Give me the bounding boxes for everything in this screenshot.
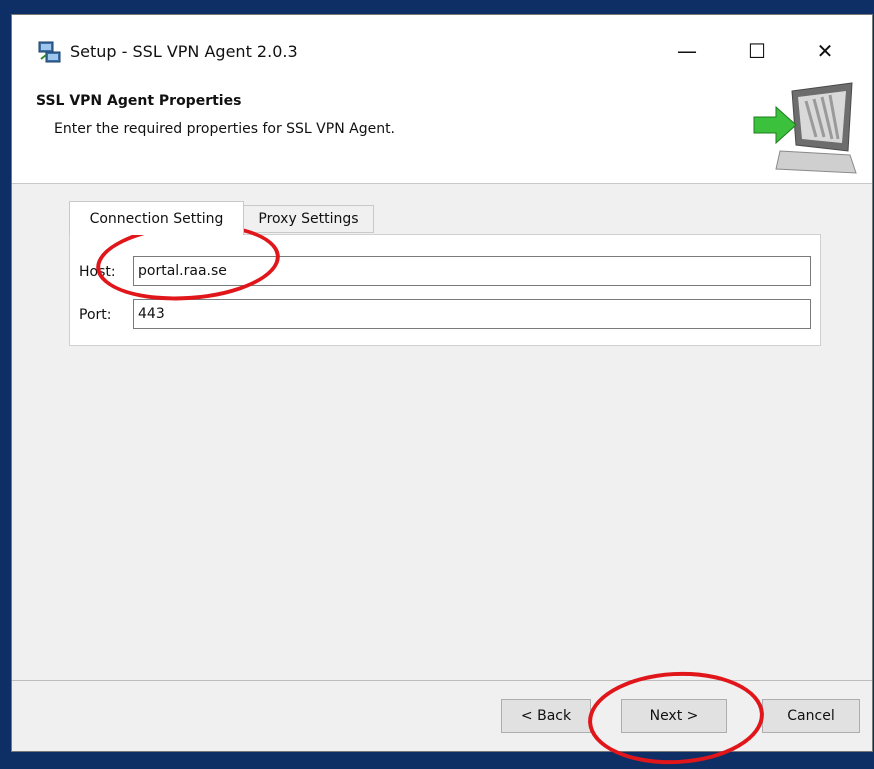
setup-window: Setup - SSL VPN Agent 2.0.3 — ☐ ✕ SSL VP… (11, 14, 873, 752)
wizard-header: SSL VPN Agent Properties Enter the requi… (12, 79, 872, 184)
maximize-icon: ☐ (748, 39, 766, 63)
maximize-button[interactable]: ☐ (732, 31, 782, 71)
port-input[interactable] (133, 299, 811, 329)
cancel-button[interactable]: Cancel (762, 699, 860, 733)
page-title: SSL VPN Agent Properties (36, 93, 242, 109)
computer-arrow-icon (753, 82, 857, 174)
setup-app-icon (38, 41, 61, 63)
host-label: Host: (79, 264, 116, 280)
close-icon: ✕ (816, 39, 834, 63)
close-button[interactable]: ✕ (800, 31, 850, 71)
tab-connection-setting[interactable]: Connection Setting (69, 201, 244, 235)
tab-proxy-settings[interactable]: Proxy Settings (244, 205, 374, 233)
host-input[interactable] (133, 256, 811, 286)
page-subtitle: Enter the required properties for SSL VP… (54, 121, 396, 137)
minimize-button[interactable]: — (662, 31, 712, 71)
port-label: Port: (79, 307, 112, 323)
window-title: Setup - SSL VPN Agent 2.0.3 (70, 42, 298, 61)
next-button[interactable]: Next > (621, 699, 727, 733)
minimize-icon: — (677, 39, 697, 63)
connection-settings-panel: Host: Port: (69, 234, 821, 346)
back-button[interactable]: < Back (501, 699, 591, 733)
footer-divider (12, 680, 872, 681)
title-bar: Setup - SSL VPN Agent 2.0.3 — ☐ ✕ (12, 15, 872, 79)
